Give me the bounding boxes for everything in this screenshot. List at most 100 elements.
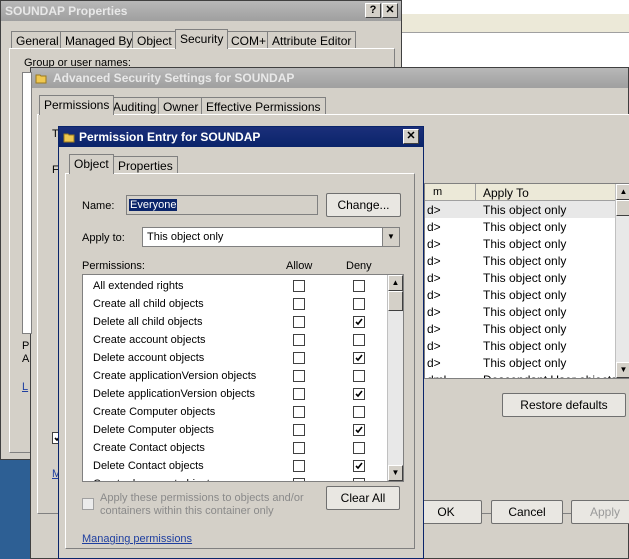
deny-checkbox[interactable] [353, 406, 365, 418]
chevron-down-icon[interactable]: ▼ [382, 228, 399, 246]
entry-row[interactable]: d> This object only [425, 354, 615, 371]
entry-apply-to: This object only [483, 356, 567, 370]
permission-name: All extended rights [93, 280, 184, 292]
scroll-up-icon[interactable]: ▲ [616, 184, 629, 200]
permissions-label: Permissions: [82, 260, 145, 272]
permission-row: Create all child objects [83, 295, 386, 313]
deny-checkbox[interactable] [353, 442, 365, 454]
allow-checkbox[interactable] [293, 406, 305, 418]
tab-attribute-editor[interactable]: Attribute Editor [267, 31, 357, 49]
entry-row[interactable]: d> This object only [425, 286, 615, 303]
deny-checkbox[interactable] [353, 280, 365, 292]
deny-checkbox[interactable] [353, 460, 365, 472]
tab-com-plus[interactable]: COM+ [226, 31, 272, 49]
apply-to-label: Apply to: [82, 232, 125, 244]
tab-effective-permissions[interactable]: Effective Permissions [201, 97, 326, 115]
scroll-thumb[interactable] [616, 200, 629, 216]
entry-row[interactable]: d> This object only [425, 235, 615, 252]
permission-row: Create account objects [83, 331, 386, 349]
entry-row[interactable]: d> This object only [425, 320, 615, 337]
perm-scroll-up-icon[interactable]: ▲ [388, 275, 403, 291]
name-value: Everyone [129, 199, 178, 211]
deny-checkbox[interactable] [353, 334, 365, 346]
allow-checkbox[interactable] [293, 388, 305, 400]
entry-row[interactable]: d> This object only [425, 218, 615, 235]
deny-checkbox[interactable] [353, 424, 365, 436]
entries-scrollbar[interactable]: ▲ ▼ [615, 184, 629, 378]
entry-apply-to: This object only [483, 339, 567, 353]
permission-entries-list[interactable]: m Apply To d> This object only d> This obje… [424, 183, 629, 379]
tab-general[interactable]: General [11, 31, 64, 49]
entry-titlebar: Permission Entry for SOUNDAP [59, 127, 423, 147]
help-button[interactable]: ? [365, 3, 381, 18]
tab-object[interactable]: Object [132, 31, 177, 49]
entry-partial: d> [427, 305, 441, 319]
allow-checkbox[interactable] [293, 334, 305, 346]
name-field[interactable]: Everyone [126, 195, 318, 215]
apply-to-select[interactable]: This object only ▼ [142, 227, 400, 247]
entry-object-panel: Name: Everyone Change... Apply to: This … [65, 173, 415, 549]
deny-checkbox[interactable] [353, 478, 365, 481]
allow-checkbox[interactable] [293, 442, 305, 454]
perm-scroll-thumb[interactable] [388, 291, 403, 311]
permissions-body: All extended rights Create all child obje… [83, 275, 386, 481]
soundap-title: SOUNDAP Properties [5, 4, 128, 18]
entry-row[interactable]: d> This object only [425, 252, 615, 269]
entry-row[interactable]: d> This object only [425, 337, 615, 354]
tab-properties[interactable]: Properties [113, 156, 178, 174]
tab-owner[interactable]: Owner [158, 97, 204, 115]
scroll-down-icon[interactable]: ▼ [616, 362, 629, 378]
background-header [401, 14, 629, 33]
tab-managed-by[interactable]: Managed By [60, 31, 138, 49]
permission-name: Delete Contact objects [93, 460, 204, 472]
tab-permissions[interactable]: Permissions [39, 95, 115, 115]
partial-label-p: P [22, 340, 30, 352]
apply-these-checkbox[interactable] [82, 498, 94, 510]
deny-checkbox[interactable] [353, 316, 365, 328]
deny-checkbox[interactable] [353, 388, 365, 400]
entry-partial: d> [427, 254, 441, 268]
allow-checkbox[interactable] [293, 370, 305, 382]
allow-checkbox[interactable] [293, 298, 305, 310]
entry-close-button[interactable]: ✕ [403, 129, 419, 144]
partial-link-l[interactable]: L [22, 381, 28, 393]
entry-partial: d> [427, 237, 441, 251]
allow-checkbox[interactable] [293, 478, 305, 481]
allow-checkbox[interactable] [293, 316, 305, 328]
allow-checkbox[interactable] [293, 460, 305, 472]
apply-these-label: Apply these permissions to objects and/o… [100, 492, 304, 517]
entry-row[interactable]: d> This object only [425, 303, 615, 320]
header-partial-m: m [433, 186, 443, 198]
entry-row[interactable]: dml Descendant User objects [425, 371, 617, 378]
name-label: Name: [82, 200, 115, 212]
entry-row[interactable]: d> This object only [425, 201, 615, 218]
perm-scroll-down-icon[interactable]: ▼ [388, 465, 403, 481]
permissions-list: All extended rights Create all child obje… [82, 274, 404, 482]
permission-name: Delete account objects [93, 352, 205, 364]
change-button[interactable]: Change... [326, 193, 401, 217]
permission-row: Delete Contact objects [83, 457, 386, 475]
deny-checkbox[interactable] [353, 352, 365, 364]
permission-name: Create Contact objects [93, 442, 205, 454]
apply-button[interactable]: Apply [571, 500, 629, 524]
cancel-button[interactable]: Cancel [491, 500, 563, 524]
permission-row: Delete account objects [83, 349, 386, 367]
deny-checkbox[interactable] [353, 298, 365, 310]
entry-partial: dml [427, 373, 446, 378]
clear-all-button[interactable]: Clear All [326, 486, 400, 510]
close-button[interactable]: ✕ [382, 3, 398, 18]
allow-checkbox[interactable] [293, 280, 305, 292]
entry-row[interactable]: d> This object only [425, 269, 615, 286]
permission-name: Delete all child objects [93, 316, 203, 328]
permission-name: Delete Computer objects [93, 424, 215, 436]
deny-checkbox[interactable] [353, 370, 365, 382]
entry-apply-to: This object only [483, 305, 567, 319]
allow-checkbox[interactable] [293, 352, 305, 364]
allow-checkbox[interactable] [293, 424, 305, 436]
tab-auditing[interactable]: Auditing [108, 97, 162, 115]
managing-permissions-link[interactable]: Managing permissions [82, 533, 192, 545]
permissions-scrollbar[interactable]: ▲ ▼ [387, 275, 403, 481]
tab-security[interactable]: Security [175, 29, 229, 49]
tab-object-entry[interactable]: Object [69, 154, 114, 174]
restore-defaults-button[interactable]: Restore defaults [502, 393, 626, 417]
